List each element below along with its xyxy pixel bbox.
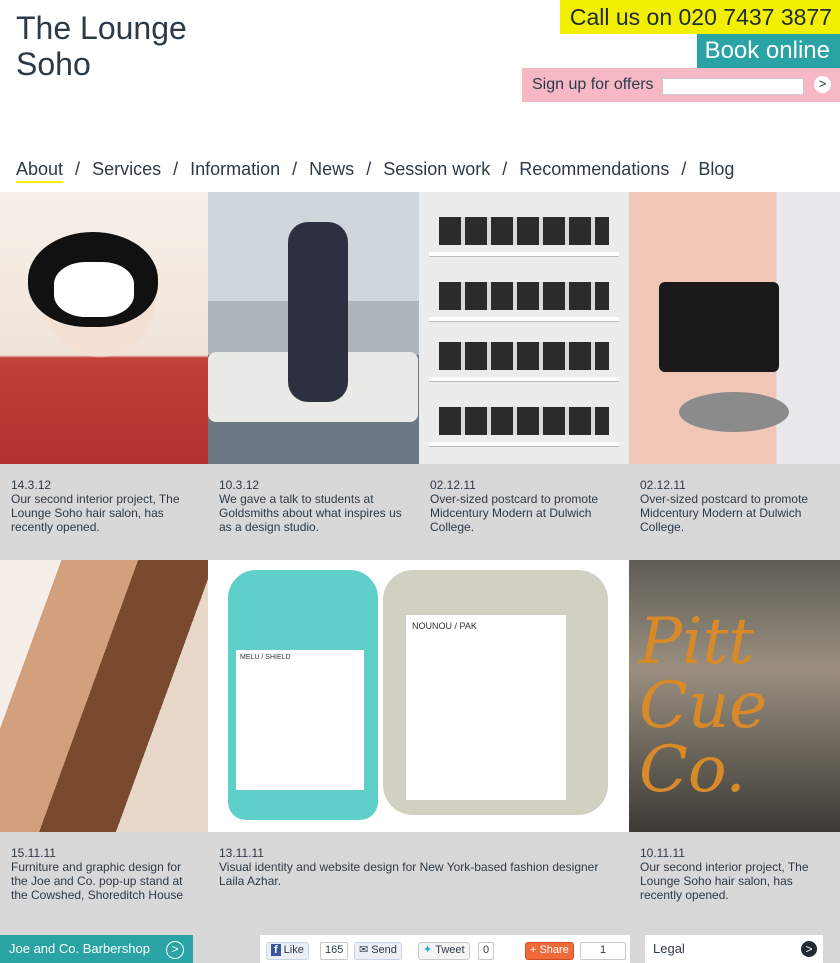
legal-label: Legal	[653, 941, 685, 956]
jar-label-text: NOUNOU / PAK	[412, 621, 477, 631]
post-date: 15.11.11	[11, 846, 56, 860]
post-date: 10.3.12	[219, 478, 260, 492]
nav-item-session-work[interactable]: Session work	[383, 159, 490, 180]
post-caption: 10.3.12 We gave a talk to students at Go…	[219, 478, 409, 534]
post-tile[interactable]: 10.3.12 We gave a talk to students at Go…	[208, 192, 419, 560]
post-tile[interactable]: 15.11.11 Furniture and graphic design fo…	[0, 560, 208, 935]
post-image-shelves	[419, 192, 629, 464]
twitter-icon: ✦	[423, 944, 433, 956]
nav-item-about[interactable]: About	[16, 159, 64, 183]
nav-item-recommendations[interactable]: Recommendations	[519, 159, 669, 180]
post-caption: 13.11.11 Visual identity and website des…	[219, 846, 619, 888]
share-button[interactable]: + Share	[525, 942, 574, 960]
post-tile[interactable]: 02.12.11 Over-sized postcard to promote …	[419, 192, 629, 560]
nav-item-information[interactable]: Information	[190, 159, 280, 180]
post-text: Over-sized postcard to promote Midcentur…	[430, 492, 599, 534]
sign-text: Pitt Cue Co.	[639, 605, 768, 807]
legal-link[interactable]: Legal >	[645, 935, 823, 963]
facebook-like-button[interactable]: f Like	[266, 942, 309, 960]
post-image-hair-products: MELU / SHIELD NOUNOU / PAK	[208, 560, 629, 832]
post-image-sign: Pitt Cue Co.	[629, 560, 840, 832]
like-count: 165	[320, 942, 349, 960]
signup-submit-button[interactable]: >	[814, 76, 831, 93]
post-date: 02.12.11	[640, 478, 686, 492]
nav-item-services[interactable]: Services	[92, 159, 161, 180]
post-date: 13.11.11	[219, 846, 264, 860]
share-icon: +	[530, 944, 537, 956]
signup-bar: Sign up for offers >	[522, 68, 840, 102]
arrow-right-icon: >	[166, 941, 184, 959]
post-date: 14.3.12	[11, 478, 52, 492]
share-count: 1	[580, 942, 626, 960]
nav-item-blog[interactable]: Blog	[698, 159, 734, 180]
social-share-bar: f Like 165 ✉ Send ✦ Tweet 0 + Share 1	[260, 935, 630, 963]
nav-item-news[interactable]: News	[309, 159, 354, 180]
site-logo[interactable]: The Lounge Soho	[16, 10, 187, 82]
post-text: Our second interior project, The Lounge …	[11, 492, 180, 534]
logo-line2: Soho	[16, 46, 91, 82]
nav-separator: /	[173, 159, 179, 179]
signup-label: Sign up for offers	[532, 76, 654, 93]
post-tile[interactable]: Pitt Cue Co. 10.11.11 Our second interio…	[629, 560, 840, 935]
post-tile[interactable]: 02.12.11 Over-sized postcard to promote …	[629, 192, 840, 560]
book-online-button[interactable]: Book online	[697, 34, 840, 68]
post-text: Furniture and graphic design for the Joe…	[11, 860, 184, 902]
nav-separator: /	[292, 159, 298, 179]
post-image-hair-model	[0, 560, 208, 832]
signup-email-input[interactable]	[662, 78, 804, 95]
post-tile[interactable]: 14.3.12 Our second interior project, The…	[0, 192, 208, 560]
post-text: Visual identity and website design for N…	[219, 860, 599, 888]
post-text: Our second interior project, The Lounge …	[640, 860, 809, 902]
post-date: 10.11.11	[640, 846, 685, 860]
post-caption: 10.11.11 Our second interior project, Th…	[640, 846, 830, 902]
post-caption: 14.3.12 Our second interior project, The…	[11, 478, 198, 534]
nav-separator: /	[75, 159, 81, 179]
facebook-icon: f	[271, 944, 281, 956]
bottle-label-text: MELU / SHIELD	[240, 654, 291, 661]
call-us-banner: Call us on 020 7437 3877	[560, 0, 840, 34]
main-nav: About / Services / Information / News / Session …	[16, 159, 734, 183]
post-image-salon-chair	[629, 192, 840, 464]
post-image-mask-portrait	[0, 192, 208, 464]
nav-separator: /	[366, 159, 372, 179]
post-text: Over-sized postcard to promote Midcentur…	[640, 492, 809, 534]
tweet-button[interactable]: ✦ Tweet	[418, 942, 470, 960]
nav-separator: /	[502, 159, 508, 179]
logo-line1: The Lounge	[16, 10, 187, 46]
post-caption: 02.12.11 Over-sized postcard to promote …	[430, 478, 619, 534]
post-date: 02.12.11	[430, 478, 476, 492]
post-image-couple	[208, 192, 419, 464]
post-caption: 02.12.11 Over-sized postcard to promote …	[640, 478, 830, 534]
joe-and-co-label: Joe and Co. Barbershop	[9, 941, 150, 956]
joe-and-co-link[interactable]: Joe and Co. Barbershop >	[0, 935, 193, 963]
post-tile[interactable]: MELU / SHIELD NOUNOU / PAK 13.11.11 Visu…	[208, 560, 629, 935]
send-icon: ✉	[359, 944, 369, 956]
tweet-count: 0	[478, 942, 495, 960]
arrow-right-icon: >	[801, 941, 817, 957]
nav-separator: /	[681, 159, 687, 179]
post-caption: 15.11.11 Furniture and graphic design fo…	[11, 846, 198, 902]
facebook-send-button[interactable]: ✉ Send	[354, 942, 402, 960]
post-text: We gave a talk to students at Goldsmiths…	[219, 492, 402, 534]
